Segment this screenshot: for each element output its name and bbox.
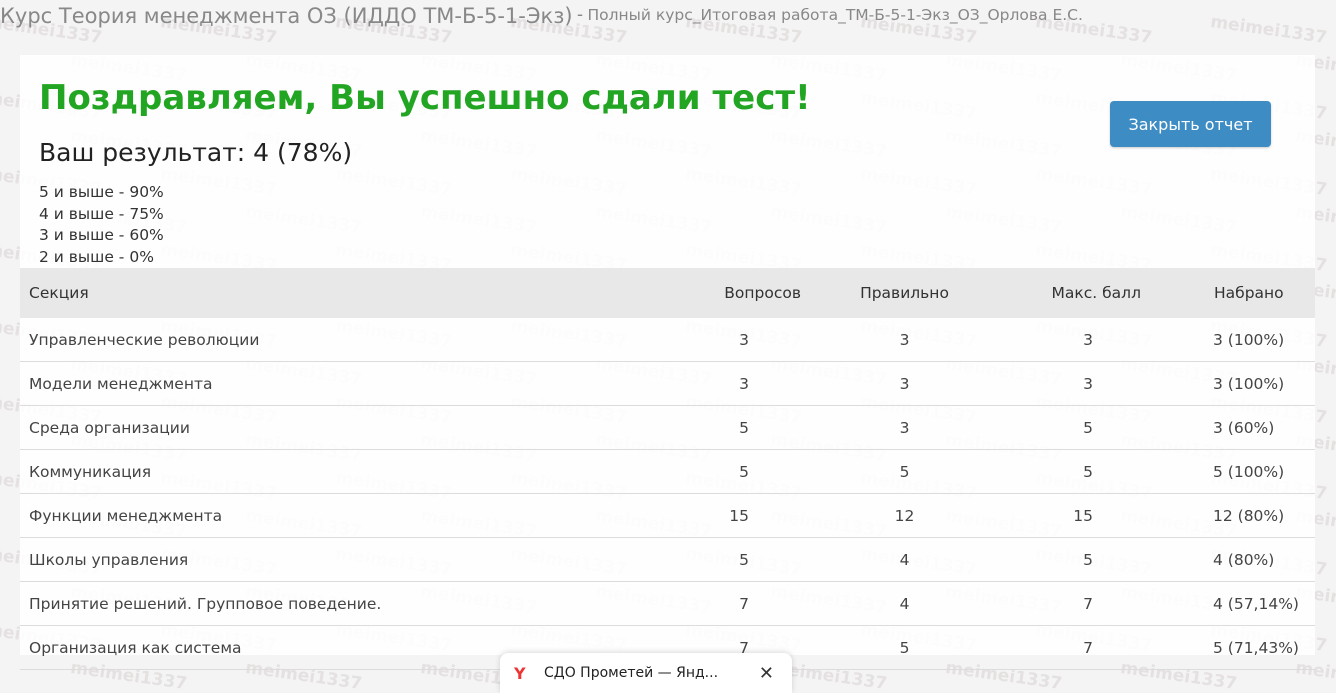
cell-correct: 5 [846,625,963,670]
column-header-section: Секция [20,268,610,318]
course-title: Курс Теория менеджмента ОЗ (ИДДО ТМ-Б-5-… [0,4,573,28]
cell-scored: 3 (100%) [1213,318,1315,362]
table-row: Школы управления 5 4 5 4 (80%) [20,537,1315,582]
table-row: Модели менеджмента 3 3 3 3 (100%) [20,361,1315,406]
cell-questions: 3 [610,361,846,406]
cell-correct: 12 [846,493,963,538]
cell-questions: 7 [610,581,846,626]
cell-scored: 12 (80%) [1213,493,1315,538]
cell-scored: 4 (80%) [1213,537,1315,582]
grade-line: 4 и выше - 75% [39,204,164,223]
cell-scored: 3 (60%) [1213,405,1315,450]
page-header: Курс Теория менеджмента ОЗ (ИДДО ТМ-Б-5-… [0,4,1336,34]
cell-max-score: 15 [963,493,1213,538]
cell-max-score: 5 [963,405,1213,450]
cell-section: Управленческие революции [20,318,610,362]
yandex-browser-icon: Y [514,663,526,683]
column-header-max-score: Макс. балл [963,268,1213,318]
table-row: Коммуникация 5 5 5 5 (100%) [20,449,1315,494]
column-header-questions: Вопросов [610,268,846,318]
cell-max-score: 5 [963,449,1213,494]
grade-scale: 5 и выше - 90% 4 и выше - 75% 3 и выше -… [39,182,164,268]
table-row: Принятие решений. Групповое поведение. 7 4… [20,581,1315,626]
cell-section: Среда организации [20,405,610,450]
cell-section: Коммуникация [20,449,610,494]
table-row: Среда организации 5 3 5 3 (60%) [20,405,1315,450]
cell-questions: 3 [610,318,846,362]
cell-max-score: 5 [963,537,1213,582]
cell-scored: 5 (100%) [1213,449,1315,494]
cell-questions: 5 [610,405,846,450]
column-header-scored: Набрано [1213,268,1315,318]
cell-correct: 3 [846,318,963,362]
result-score: Ваш результат: 4 (78%) [39,138,353,167]
close-report-button[interactable]: Закрыть отчет [1110,101,1271,147]
cell-questions: 5 [610,449,846,494]
cell-scored: 3 (100%) [1213,361,1315,406]
table-header-row: Секция Вопросов Правильно Макс. балл Наб… [20,268,1315,318]
results-table: Секция Вопросов Правильно Макс. балл Наб… [20,268,1315,670]
header-separator: - [577,4,584,25]
attempt-subtitle: Полный курс_Итоговая работа_ТМ-Б-5-1-Экз… [587,6,1083,25]
cell-correct: 3 [846,405,963,450]
cell-scored: 5 (71,43%) [1213,625,1315,670]
cell-questions: 5 [610,537,846,582]
grade-line: 3 и выше - 60% [39,226,164,244]
cell-correct: 4 [846,581,963,626]
grade-line: 2 и выше - 0% [39,247,154,266]
cell-correct: 5 [846,449,963,494]
cell-section: Принятие решений. Групповое поведение. [20,581,610,626]
success-title: Поздравляем, Вы успешно сдали тест! [39,78,811,118]
window-title: СДО Прометей — Янд... [544,665,719,681]
cell-scored: 4 (57,14%) [1213,581,1315,626]
cell-max-score: 3 [963,361,1213,406]
close-icon[interactable]: ✕ [759,663,774,684]
cell-section: Модели менеджмента [20,361,610,406]
column-header-correct: Правильно [846,268,963,318]
cell-max-score: 3 [963,318,1213,362]
grade-line: 5 и выше - 90% [39,183,164,201]
cell-section: Школы управления [20,537,610,582]
table-row: Функции менеджмента 15 12 15 12 (80%) [20,493,1315,538]
cell-correct: 3 [846,361,963,406]
taskbar-window-preview[interactable]: Y СДО Прометей — Янд... ✕ [500,653,792,693]
cell-max-score: 7 [963,625,1213,670]
table-row: Управленческие революции 3 3 3 3 (100%) [20,318,1315,362]
cell-max-score: 7 [963,581,1213,626]
cell-correct: 4 [846,537,963,582]
cell-questions: 15 [610,493,846,538]
cell-section: Функции менеджмента [20,493,610,538]
